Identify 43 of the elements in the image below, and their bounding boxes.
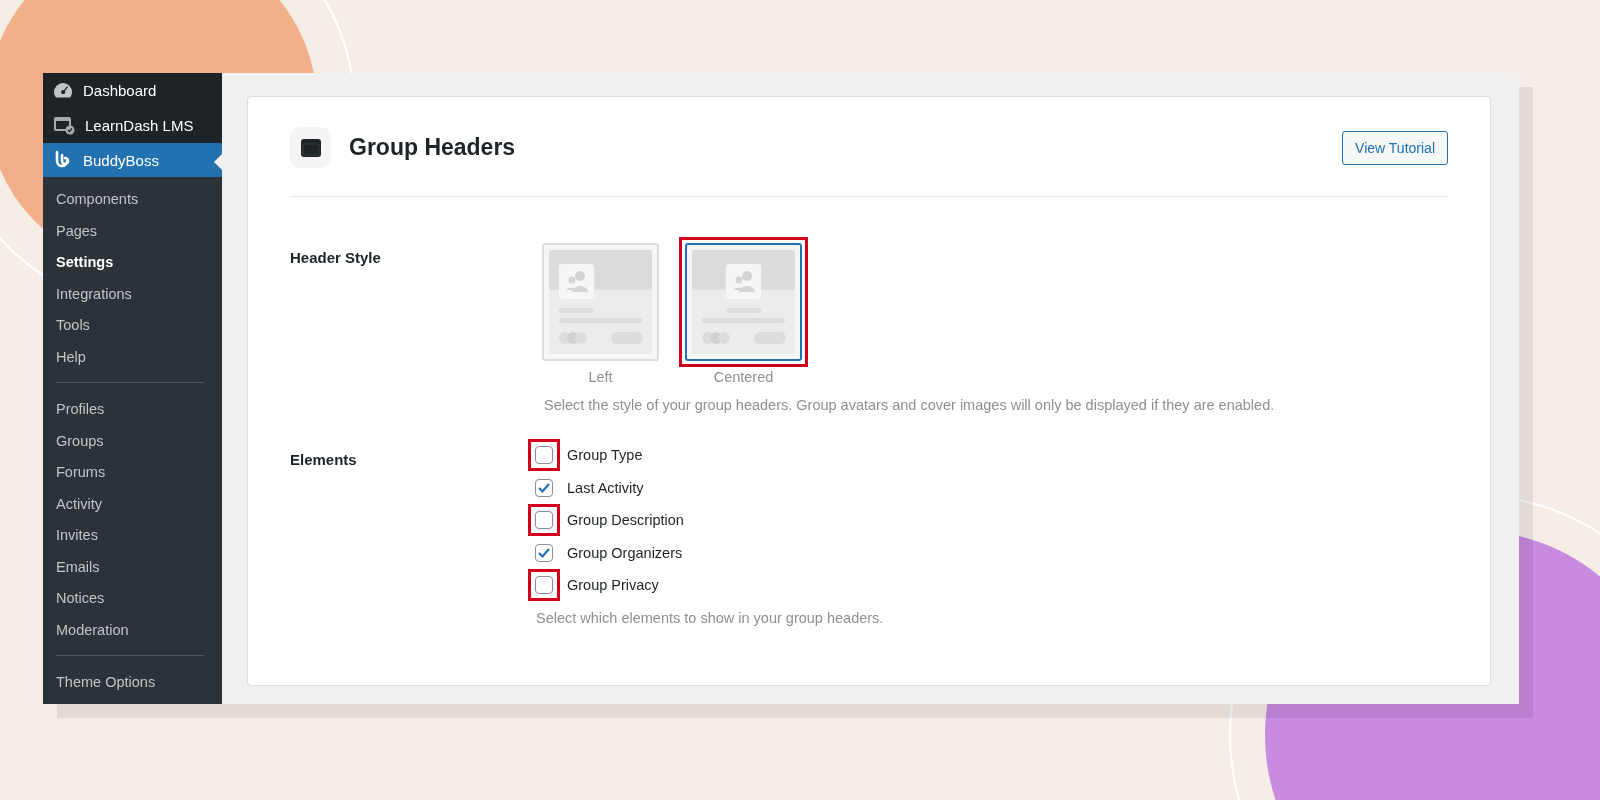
- checkbox[interactable]: [535, 511, 553, 530]
- menu-item[interactable]: Dashboard: [43, 73, 222, 108]
- browser-check-icon: [53, 115, 75, 136]
- pointer-notch: [214, 153, 222, 170]
- submenu-item[interactable]: Tools: [43, 309, 222, 341]
- submenu-item[interactable]: Moderation: [43, 614, 222, 646]
- layout-preview-icon: [692, 250, 795, 354]
- field-label: Elements: [290, 450, 358, 470]
- checkbox-label: Last Activity: [567, 479, 644, 496]
- submenu-item[interactable]: Notices: [43, 582, 222, 614]
- submenu-item[interactable]: Activity: [43, 488, 222, 520]
- checkbox[interactable]: [535, 543, 553, 562]
- layout-preview-icon: [549, 250, 652, 354]
- submenu-item[interactable]: Forums: [43, 456, 222, 488]
- submenu-item[interactable]: Integrations: [43, 278, 222, 310]
- checkbox-label: Group Type: [567, 447, 643, 464]
- checkbox-label: Group Description: [567, 512, 684, 529]
- help-text: Select the style of your group headers. Group avatars and cover images will only be displayed if they are enabled.: [544, 397, 1275, 413]
- style-option[interactable]: [685, 243, 802, 361]
- checkbox-label: Group Privacy: [567, 577, 659, 594]
- option-label: Left: [588, 369, 613, 385]
- submenu-item[interactable]: Invites: [43, 519, 222, 551]
- submenu-item[interactable]: Profiles: [43, 393, 222, 425]
- gauge-icon: [53, 81, 73, 100]
- panel-title: Group Headers: [349, 134, 517, 161]
- menu-item[interactable]: LearnDash LMS: [43, 107, 222, 143]
- checkbox-label: Group Organizers: [567, 544, 683, 561]
- checkbox[interactable]: [535, 446, 553, 465]
- submenu-item[interactable]: Emails: [43, 551, 222, 583]
- submenu-item[interactable]: Components: [43, 183, 222, 215]
- menu-item[interactable]: BuddyBoss: [43, 142, 222, 178]
- submenu-item[interactable]: Pages: [43, 215, 222, 247]
- header-icon: [290, 127, 331, 168]
- help-text: Select which elements to show in your group headers.: [536, 609, 884, 626]
- option-label: Centered: [713, 369, 774, 385]
- checkbox[interactable]: [535, 478, 553, 497]
- submenu-item[interactable]: Groups: [43, 425, 222, 457]
- submenu-item[interactable]: Help: [43, 341, 222, 373]
- checkbox[interactable]: [535, 576, 553, 595]
- field-label: Header Style: [290, 248, 382, 268]
- submenu-item[interactable]: Settings: [43, 246, 222, 278]
- view-tutorial-button[interactable]: View Tutorial: [1342, 130, 1448, 165]
- submenu-item[interactable]: Theme Options: [43, 666, 222, 698]
